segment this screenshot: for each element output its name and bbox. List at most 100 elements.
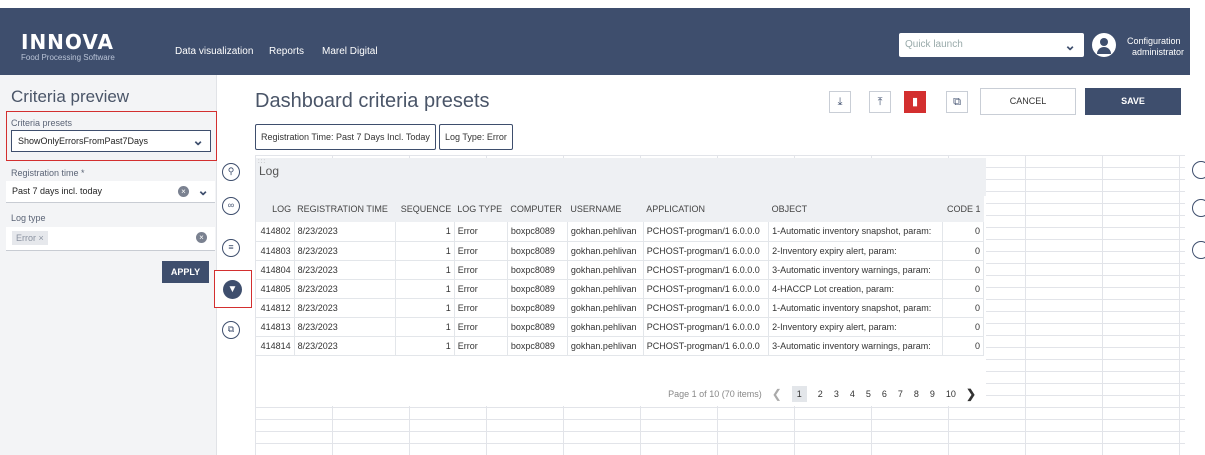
page-9-button[interactable]: 9 (930, 389, 935, 399)
search-icon[interactable]: ⚲ (222, 163, 240, 181)
widget-header[interactable]: ::: Log (256, 158, 986, 196)
criteria-chip-log-type[interactable]: Log Type: Error (439, 124, 513, 150)
table-cell: 8/23/2023 (294, 241, 396, 261)
page-7-button[interactable]: 7 (898, 389, 903, 399)
quick-launch-placeholder: Quick launch (905, 39, 963, 50)
save-button[interactable]: SAVE (1085, 88, 1181, 115)
table-cell: PCHOST-progman/1 6.0.0.0 (643, 260, 770, 280)
page-3-button[interactable]: 3 (834, 389, 839, 399)
pager-info: Page 1 of 10 (70 items) (668, 389, 762, 399)
table-row[interactable]: 414805 8/23/2023 1 Error boxpc8089 gokhan.peh… (256, 279, 985, 299)
col-code1[interactable]: CODE 1 (942, 196, 984, 222)
link-icon[interactable] (1192, 199, 1205, 217)
user-name-line2: administrator (1132, 47, 1185, 57)
table-cell: 1 (395, 317, 455, 337)
col-application[interactable]: APPLICATION (643, 196, 769, 222)
page-8-button[interactable]: 8 (914, 389, 919, 399)
widget-title: Log (259, 164, 280, 178)
delete-icon[interactable]: ▮ (904, 91, 926, 113)
table-cell: Error (454, 260, 508, 280)
table-row[interactable]: 414814 8/23/2023 1 Error boxpc8089 gokhan.peh… (256, 336, 985, 356)
user-name[interactable]: Configuration administrator (1127, 36, 1187, 58)
table-row[interactable]: 414813 8/23/2023 1 Error boxpc8089 gokhan.peh… (256, 317, 985, 337)
table-row[interactable]: 414802 8/23/2023 1 Error boxpc8089 gokhan.peh… (256, 222, 985, 242)
page-1-button[interactable]: 1 (791, 386, 807, 402)
top-bar: INNOVA Food Processing Software Data vis… (0, 8, 1190, 75)
table-cell: gokhan.pehlivan (567, 222, 644, 242)
table-cell: 0 (942, 298, 985, 318)
table-row[interactable]: 414812 8/23/2023 1 Error boxpc8089 gokhan.peh… (256, 298, 985, 318)
user-avatar-icon[interactable] (1092, 33, 1116, 57)
table-cell: boxpc8089 (507, 317, 568, 337)
chip-remove-icon[interactable]: × (39, 233, 44, 243)
apply-button[interactable]: APPLY (162, 261, 209, 283)
innova-logo[interactable]: INNOVA Food Processing Software (21, 32, 115, 62)
nav-data-visualization[interactable]: Data visualization (175, 46, 253, 57)
table-cell: 1 (395, 298, 455, 318)
prev-page-icon[interactable]: ❮ (772, 387, 782, 401)
criteria-presets-label: Criteria presets (11, 118, 73, 128)
col-log[interactable]: LOG (256, 196, 295, 222)
col-sequence[interactable]: SEQUENCE (395, 196, 455, 222)
col-log-type[interactable]: LOG TYPE (454, 196, 508, 222)
col-username[interactable]: USERNAME (567, 196, 644, 222)
page-10-button[interactable]: 10 (946, 389, 956, 399)
clear-icon[interactable]: × (178, 186, 189, 197)
copy-icon[interactable]: ⧉ (222, 321, 240, 339)
filter-button-selected[interactable]: ▼ (214, 270, 252, 308)
log-type-select[interactable]: Error × × (6, 227, 215, 251)
table-cell: 414812 (256, 298, 295, 318)
table-cell: Error (454, 222, 508, 242)
table-cell: 414803 (256, 241, 295, 261)
clear-icon[interactable]: × (196, 232, 207, 243)
nav-marel-digital[interactable]: Marel Digital (322, 46, 378, 57)
table-cell: 1-Automatic inventory snapshot, param: (768, 298, 943, 318)
table-cell: 1 (395, 279, 455, 299)
table-cell: Error (454, 336, 508, 356)
page-6-button[interactable]: 6 (882, 389, 887, 399)
list-icon[interactable]: ≡ (222, 239, 240, 257)
table-cell: 8/23/2023 (294, 317, 396, 337)
table-cell: 0 (942, 222, 985, 242)
log-widget[interactable]: ::: Log LOG REGISTRATION TIME SEQUENCE L… (256, 158, 986, 406)
logo-title: INNOVA (21, 30, 114, 54)
page-5-button[interactable]: 5 (866, 389, 871, 399)
download-icon[interactable]: ⤓ (829, 91, 851, 113)
chevron-down-icon[interactable]: ⌄ (197, 182, 209, 199)
criteria-presets-select[interactable]: ShowOnlyErrorsFromPast7Days ⌄ (11, 130, 211, 152)
page-2-button[interactable]: 2 (818, 389, 823, 399)
table-cell: Error (454, 241, 508, 261)
link-icon[interactable]: ∞ (222, 197, 240, 215)
table-cell: 1 (395, 260, 455, 280)
upload-icon[interactable]: ⤒ (869, 91, 891, 113)
criteria-chip-registration-time[interactable]: Registration Time: Past 7 Days Incl. Tod… (255, 124, 436, 150)
table-cell: boxpc8089 (507, 279, 568, 299)
col-registration-time[interactable]: REGISTRATION TIME (294, 196, 396, 222)
next-page-icon[interactable]: ❯ (966, 387, 976, 401)
table-cell: 414804 (256, 260, 295, 280)
settings-icon[interactable] (1192, 241, 1205, 259)
table-cell: 8/23/2023 (294, 298, 396, 318)
col-object[interactable]: OBJECT (768, 196, 943, 222)
cancel-button[interactable]: CANCEL (980, 88, 1076, 115)
table-cell: PCHOST-progman/1 6.0.0.0 (643, 336, 770, 356)
criteria-preview-panel: Criteria preview Criteria presets ShowOn… (0, 75, 217, 455)
table-cell: boxpc8089 (507, 336, 568, 356)
quick-launch-select[interactable]: Quick launch ⌄ (899, 33, 1084, 57)
table-cell: PCHOST-progman/1 6.0.0.0 (643, 298, 770, 318)
duplicate-icon[interactable]: ⧉ (946, 91, 968, 113)
nav-reports[interactable]: Reports (269, 46, 304, 57)
panel-title: Criteria preview (11, 87, 130, 106)
table-row[interactable]: 414803 8/23/2023 1 Error boxpc8089 gokhan.peh… (256, 241, 985, 261)
table-cell: 8/23/2023 (294, 260, 396, 280)
col-computer[interactable]: COMPUTER (507, 196, 568, 222)
page-4-button[interactable]: 4 (850, 389, 855, 399)
table-row[interactable]: 414804 8/23/2023 1 Error boxpc8089 gokhan.peh… (256, 260, 985, 280)
table-cell: 0 (942, 260, 985, 280)
filter-outline-icon[interactable] (1192, 161, 1205, 179)
registration-time-value: Past 7 days incl. today (12, 186, 103, 196)
table-cell: gokhan.pehlivan (567, 260, 644, 280)
registration-time-select[interactable]: Past 7 days incl. today × ⌄ (6, 181, 215, 203)
logo-tagline: Food Processing Software (21, 53, 115, 62)
table-cell: gokhan.pehlivan (567, 241, 644, 261)
